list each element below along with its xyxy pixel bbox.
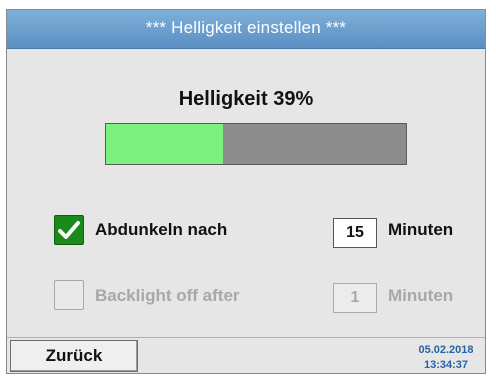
date-text: 05.02.2018 xyxy=(418,344,474,356)
dim-after-label: Abdunkeln nach xyxy=(95,220,228,239)
check-icon xyxy=(58,221,80,239)
brightness-label: Helligkeit 39% xyxy=(178,88,314,110)
dim-after-checkbox[interactable] xyxy=(54,215,84,245)
brightness-bar-fill xyxy=(106,124,223,164)
datetime-display: 05.02.2018 13:34:37 xyxy=(411,343,481,373)
backlight-off-minutes-input[interactable]: 1 xyxy=(333,283,377,313)
brightness-bar[interactable] xyxy=(105,123,407,165)
footer-divider xyxy=(7,337,485,338)
backlight-off-unit: Minuten xyxy=(388,286,454,305)
dim-after-unit: Minuten xyxy=(388,220,454,239)
title-bar: *** Helligkeit einstellen *** xyxy=(7,10,485,49)
device-screen: *** Helligkeit einstellen *** Helligkeit… xyxy=(6,9,486,374)
back-button[interactable]: Zurück xyxy=(10,340,138,372)
time-text: 13:34:37 xyxy=(423,359,469,371)
backlight-off-label: Backlight off after xyxy=(95,286,240,305)
backlight-off-checkbox[interactable] xyxy=(54,280,84,310)
dim-after-minutes-input[interactable]: 15 xyxy=(333,218,377,248)
